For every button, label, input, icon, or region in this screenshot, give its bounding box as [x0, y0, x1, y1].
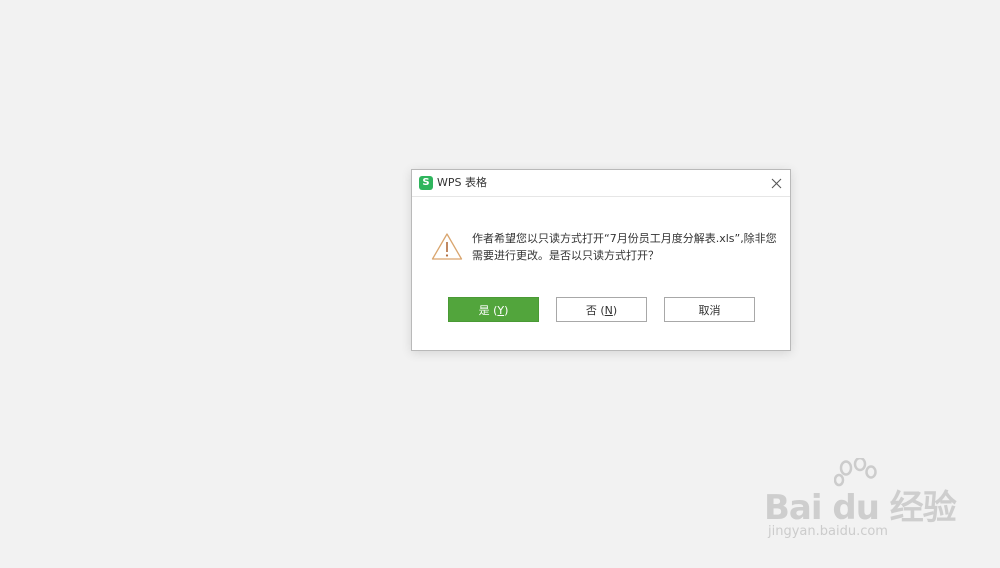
dialog-title: WPS 表格	[437, 176, 487, 189]
close-button[interactable]	[766, 173, 786, 193]
readonly-prompt-dialog: S WPS 表格 作者希望您以只读方式打开“7月份员工月度分解表.xls”,除非…	[411, 169, 791, 351]
no-button-mnemonic: N	[604, 304, 613, 317]
warning-icon	[431, 233, 463, 260]
watermark-url: jingyan.baidu.com	[768, 524, 888, 539]
yes-button-label: 是 (	[478, 304, 498, 317]
dialog-message: 作者希望您以只读方式打开“7月份员工月度分解表.xls”,除非您需要进行更改。是…	[472, 232, 777, 262]
no-button[interactable]: 否 (N)	[556, 297, 647, 322]
yes-button-suffix: )	[504, 304, 509, 317]
watermark-brand: Bai du 经验	[764, 488, 957, 528]
yes-button[interactable]: 是 (Y)	[448, 297, 539, 322]
no-button-label: 否 (	[585, 304, 605, 317]
baidu-jingyan-watermark: Bai du 经验 jingyan.baidu.com	[764, 458, 964, 548]
desktop-background: S WPS 表格 作者希望您以只读方式打开“7月份员工月度分解表.xls”,除非…	[0, 0, 1000, 568]
dialog-titlebar: S WPS 表格	[412, 170, 790, 197]
no-button-suffix: )	[612, 304, 618, 317]
cancel-button-label: 取消	[698, 304, 721, 317]
wps-logo-icon: S	[419, 176, 433, 190]
close-icon	[771, 178, 781, 188]
cancel-button[interactable]: 取消	[664, 297, 755, 322]
